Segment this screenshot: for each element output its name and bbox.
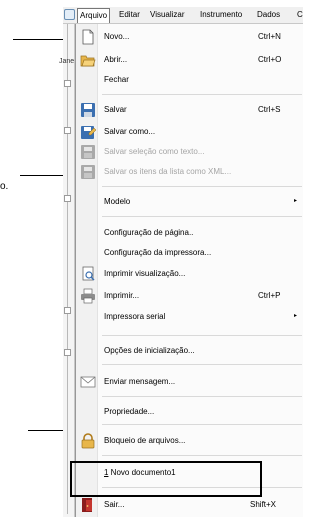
menu-item-config-pagina-label: Configuração de página.. (104, 228, 194, 237)
submenu-arrow-icon: ▸ (294, 198, 298, 204)
menu-item-enviar-mensagem-label: Enviar mensagem... (104, 377, 176, 386)
tree-line (67, 24, 68, 514)
tree-expander-3[interactable] (64, 195, 71, 202)
menu-item-novo-shortcut: Ctrl+N (258, 32, 281, 41)
background-window-edge (63, 24, 75, 517)
menu-item-imprimir-label: Imprimir... (104, 291, 140, 300)
menu-item-novo[interactable]: Novo... Ctrl+N (76, 28, 304, 46)
menu-item-salvar[interactable]: Salvar Ctrl+S (76, 101, 304, 119)
menu-item-propriedade[interactable]: Propriedade... (76, 403, 304, 421)
menu-item-imprimir-visualizacao[interactable]: Imprimir visualização... (76, 265, 304, 283)
menu-arquivo[interactable]: Arquivo (77, 8, 111, 23)
menu-item-modelo[interactable]: Modelo ▸ (76, 193, 304, 211)
menu-instrumento[interactable]: Instrumento (200, 10, 242, 19)
menu-dados[interactable]: Dados (257, 10, 280, 19)
menu-item-salvar-label: Salvar (104, 105, 127, 114)
highlight-box-recent-document (70, 461, 262, 497)
exit-icon (82, 498, 92, 512)
tree-expander-2[interactable] (64, 127, 71, 134)
menu-item-sair[interactable]: Sair... Shift+X (76, 496, 304, 514)
menu-item-config-impressora[interactable]: Configuração da impressora... (76, 244, 304, 262)
menu-item-config-impressora-label: Configuração da impressora... (104, 248, 212, 257)
menu-separator (102, 396, 302, 397)
menu-item-enviar-mensagem[interactable]: Enviar mensagem... (76, 373, 304, 391)
printer-icon (81, 288, 95, 304)
menu-item-salvar-selecao-label: Salvar seleção como texto... (104, 147, 205, 156)
menu-item-salvar-como[interactable]: Salvar como... (76, 123, 304, 141)
save-selection-text-icon (81, 145, 95, 159)
submenu-arrow-icon: ▸ (294, 313, 298, 319)
menu-item-impressora-serial[interactable]: Impressora serial ▸ (76, 308, 304, 326)
arquivo-dropdown-menu: Novo... Ctrl+N Abrir... Ctrl+O Fechar Sa… (75, 24, 303, 517)
menu-c[interactable]: C (297, 10, 303, 19)
menu-separator (102, 424, 302, 425)
menu-item-imprimir-visualizacao-label: Imprimir visualização... (104, 269, 186, 278)
menu-visualizar[interactable]: Visualizar (150, 10, 185, 19)
tree-expander-1[interactable] (64, 80, 71, 87)
save-xml-icon (81, 165, 95, 179)
menu-item-salvar-shortcut: Ctrl+S (258, 105, 281, 114)
menu-item-modelo-label: Modelo (104, 197, 131, 206)
menu-item-config-pagina[interactable]: Configuração de página.. (76, 224, 304, 242)
menu-separator (102, 335, 302, 336)
menu-separator (102, 364, 302, 365)
callout-line-bottom (28, 430, 64, 431)
menu-item-novo-label: Novo... (104, 32, 130, 41)
menu-item-salvar-como-label: Salvar como... (104, 127, 156, 136)
menu-item-bloqueio-arquivos[interactable]: Bloqueio de arquivos... (76, 432, 304, 450)
menu-item-opcoes-inicializacao[interactable]: Opções de inicialização... (76, 342, 304, 360)
menu-item-salvar-itens-xml[interactable]: Salvar os itens da lista como XML... (76, 163, 304, 181)
menu-editar[interactable]: Editar (119, 10, 140, 19)
menu-item-abrir[interactable]: Abrir... Ctrl+O (76, 51, 304, 69)
outside-partial-text: o. (0, 181, 9, 192)
menu-item-imprimir-shortcut: Ctrl+P (258, 291, 281, 300)
menu-item-fechar[interactable]: Fechar (76, 71, 304, 89)
envelope-icon (80, 376, 96, 388)
menu-item-abrir-label: Abrir... (104, 55, 128, 64)
menu-separator (102, 186, 302, 187)
new-document-icon (82, 29, 94, 45)
menu-item-opcoes-inicializacao-label: Opções de inicialização... (104, 346, 195, 355)
menu-separator (102, 455, 302, 456)
menu-item-bloqueio-arquivos-label: Bloqueio de arquivos... (104, 436, 186, 445)
menu-item-imprimir[interactable]: Imprimir... Ctrl+P (76, 287, 304, 305)
menu-item-sair-label: Sair... (104, 500, 125, 509)
tree-expander-4[interactable] (64, 307, 71, 314)
menu-separator (102, 94, 302, 95)
tree-expander-5[interactable] (64, 349, 71, 356)
menu-item-propriedade-label: Propriedade... (104, 407, 155, 416)
menu-separator (102, 216, 302, 217)
menu-item-salvar-selecao[interactable]: Salvar seleção como texto... (76, 143, 304, 161)
menu-item-fechar-label: Fechar (104, 75, 129, 84)
menu-item-impressora-serial-label: Impressora serial (104, 312, 166, 321)
menu-item-sair-shortcut: Shift+X (250, 500, 277, 509)
app-icon (64, 9, 75, 20)
menubar: Arquivo Editar Visualizar Instrumento Da… (63, 7, 303, 24)
print-preview-icon (82, 266, 95, 281)
open-folder-icon (80, 55, 96, 67)
save-as-icon (81, 126, 96, 139)
menu-item-salvar-itens-xml-label: Salvar os itens da lista como XML... (104, 167, 232, 176)
background-tab-label: Jane (59, 58, 75, 65)
menu-item-abrir-shortcut: Ctrl+O (258, 55, 282, 64)
callout-line-top (13, 39, 69, 40)
floppy-disk-icon (81, 103, 95, 117)
padlock-icon (81, 433, 95, 449)
